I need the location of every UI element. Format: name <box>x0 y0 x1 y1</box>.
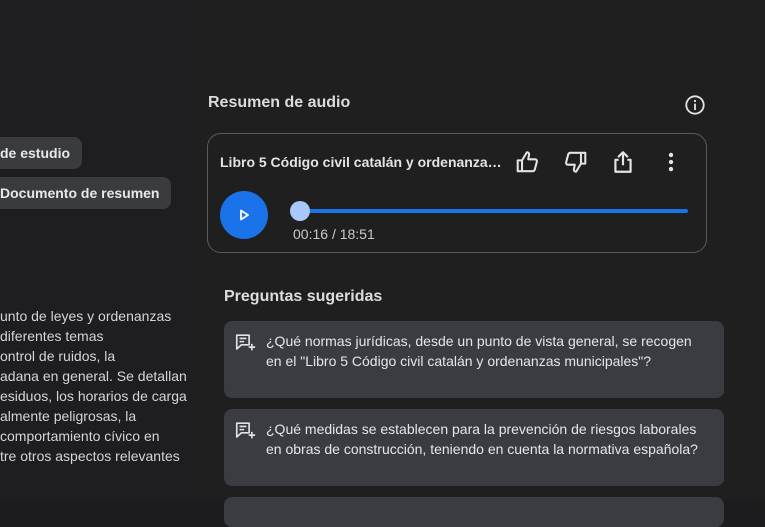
right-panel: Resumen de audio Libro 5 Código civil ca… <box>200 0 765 527</box>
progress-thumb[interactable] <box>289 201 310 221</box>
study-guide-chip[interactable]: de estudio <box>0 137 83 169</box>
share-icon[interactable] <box>610 149 636 175</box>
more-vert-icon[interactable] <box>658 149 684 175</box>
summary-text: unto de leyes y ordenanzas diferentes te… <box>0 306 200 466</box>
info-icon[interactable] <box>684 94 706 116</box>
progress-track[interactable] <box>289 201 688 221</box>
summary-line: diferentes temas <box>0 328 104 344</box>
summary-line: almente peligrosas, la <box>0 408 137 424</box>
summary-line: unto de leyes y ordenanzas <box>0 308 172 324</box>
question-text: ¿Qué normas jurídicas, desde un punto de… <box>266 333 692 369</box>
thumbs-up-icon[interactable] <box>515 149 541 175</box>
thumbs-down-icon[interactable] <box>562 149 588 175</box>
time-readout: 00:16 / 18:51 <box>293 226 375 242</box>
summary-line: tre otros aspectos relevantes <box>0 448 180 464</box>
summary-document-chip[interactable]: Documento de resumen <box>0 177 172 209</box>
chat-question-icon <box>235 334 256 351</box>
suggested-question-card[interactable]: ¿Qué normas jurídicas, desde un punto de… <box>224 321 724 398</box>
audio-summary-title: Resumen de audio <box>208 94 351 111</box>
time-separator: / <box>331 226 340 242</box>
audio-player: Libro 5 Código civil catalán y ordenanza… <box>207 133 707 253</box>
chat-question-icon <box>235 422 256 439</box>
current-time: 00:16 <box>293 226 329 242</box>
summary-line: ontrol de ruidos, la <box>0 348 116 364</box>
summary-line: esiduos, los horarios de carga <box>0 388 187 404</box>
left-panel: de estudio Documento de resumen unto de … <box>0 0 200 501</box>
summary-line: comportamiento cívico en <box>0 428 160 444</box>
play-button[interactable] <box>220 191 268 239</box>
suggested-question-card[interactable]: ¿Qué medidas se establecen para la preve… <box>224 409 724 486</box>
audio-title: Libro 5 Código civil catalán y ordenanza… <box>220 154 505 170</box>
play-icon <box>240 209 249 221</box>
suggested-question-card-partial[interactable] <box>224 497 724 527</box>
question-text: ¿Qué medidas se establecen para la preve… <box>266 421 698 457</box>
summary-line: adana en general. Se detallan <box>0 368 187 384</box>
suggested-questions-title: Preguntas sugeridas <box>224 288 383 305</box>
duration: 18:51 <box>339 226 375 242</box>
